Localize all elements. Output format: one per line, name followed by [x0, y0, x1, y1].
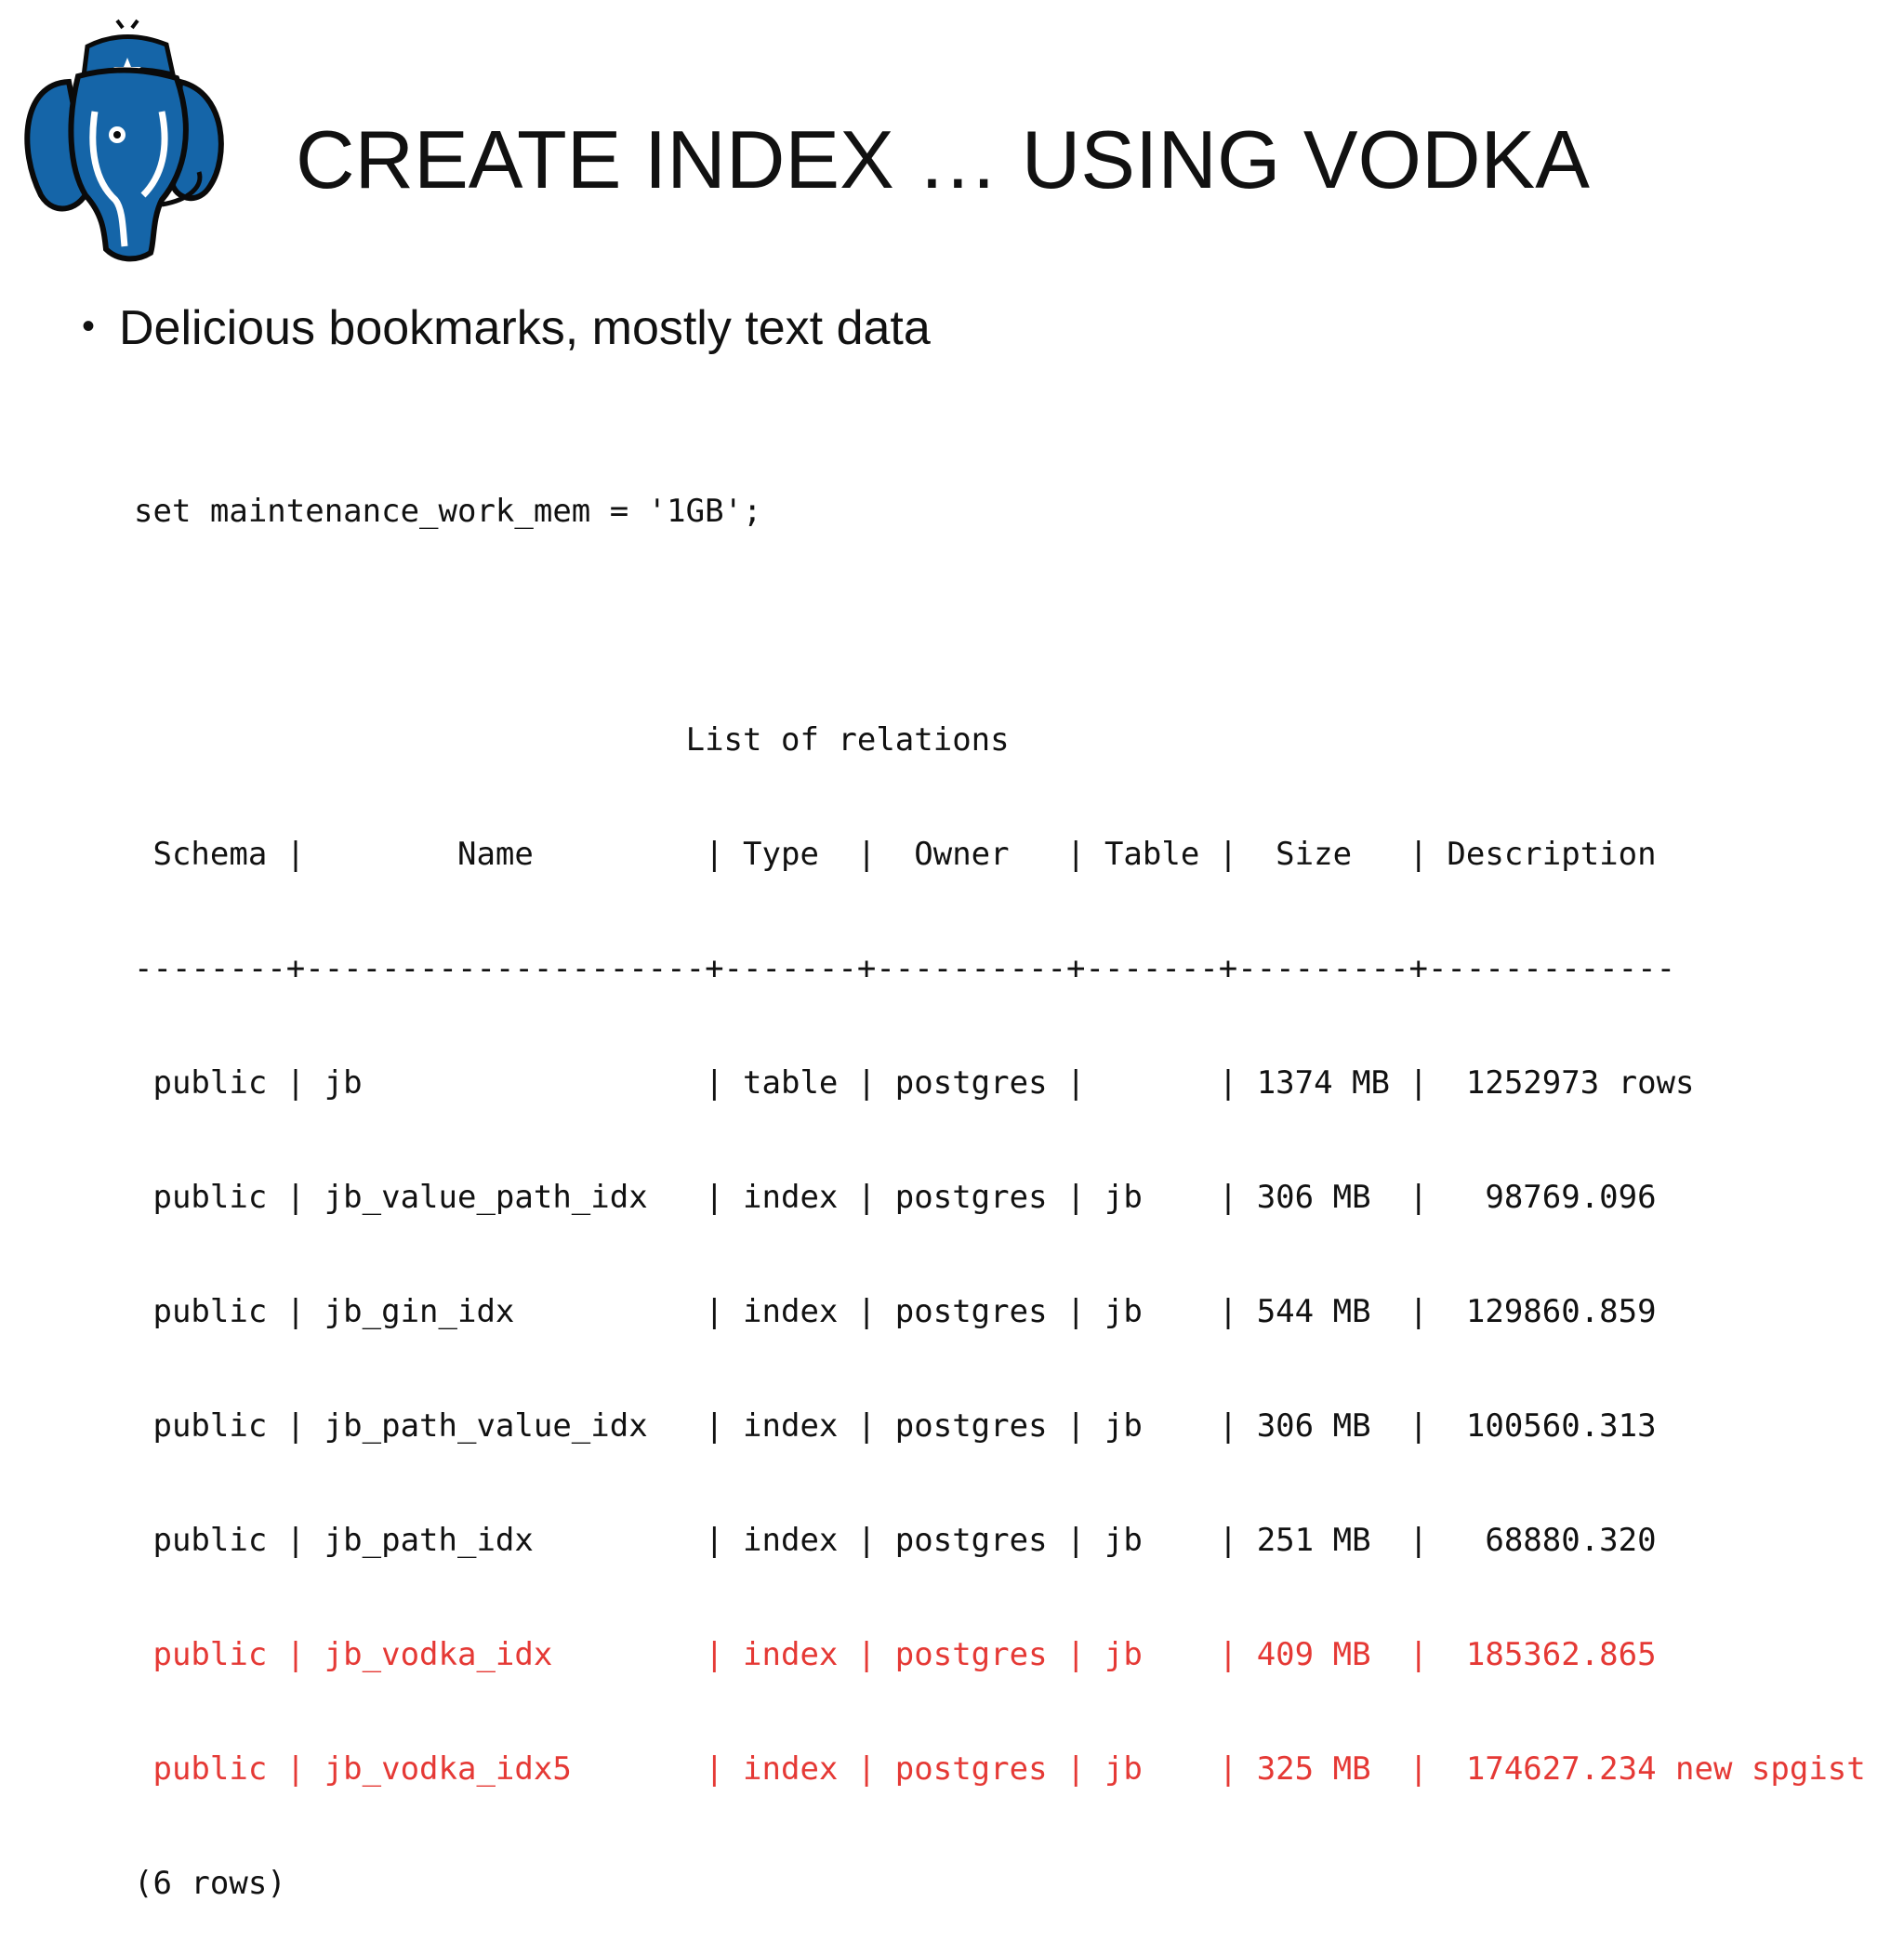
table-row: public | jb_value_path_idx | index | pos… — [134, 1179, 1657, 1216]
row-count-footer: (6 rows) — [134, 1865, 286, 1902]
table-separator: --------+---------------------+-------+-… — [134, 950, 1676, 987]
psql-output: set maintenance_work_mem = '1GB'; List o… — [134, 416, 1866, 1941]
table-row-highlighted: public | jb_vodka_idx5 | index | postgre… — [134, 1750, 1866, 1788]
table-header-row: Schema | Name | Type | Owner | Table | S… — [134, 836, 1657, 873]
slide-title: CREATE INDEX … USING VODKA — [296, 113, 1590, 205]
table-row: public | jb_gin_idx | index | postgres |… — [134, 1293, 1657, 1330]
bullet-dot-icon: • — [82, 306, 96, 347]
postgresql-elephant-icon — [24, 19, 224, 262]
table-row: public | jb_path_idx | index | postgres … — [134, 1522, 1657, 1559]
sql-command-line: set maintenance_work_mem = '1GB'; — [134, 493, 762, 530]
table-row: public | jb | table | postgres | | 1374 … — [134, 1064, 1695, 1102]
table-row: public | jb_path_value_idx | index | pos… — [134, 1407, 1657, 1445]
table-row-highlighted: public | jb_vodka_idx | index | postgres… — [134, 1636, 1657, 1673]
bullet-item: • Delicious bookmarks, mostly text data — [82, 301, 931, 355]
table-caption: List of relations — [134, 721, 1010, 759]
bullet-text: Delicious bookmarks, mostly text data — [119, 301, 931, 355]
